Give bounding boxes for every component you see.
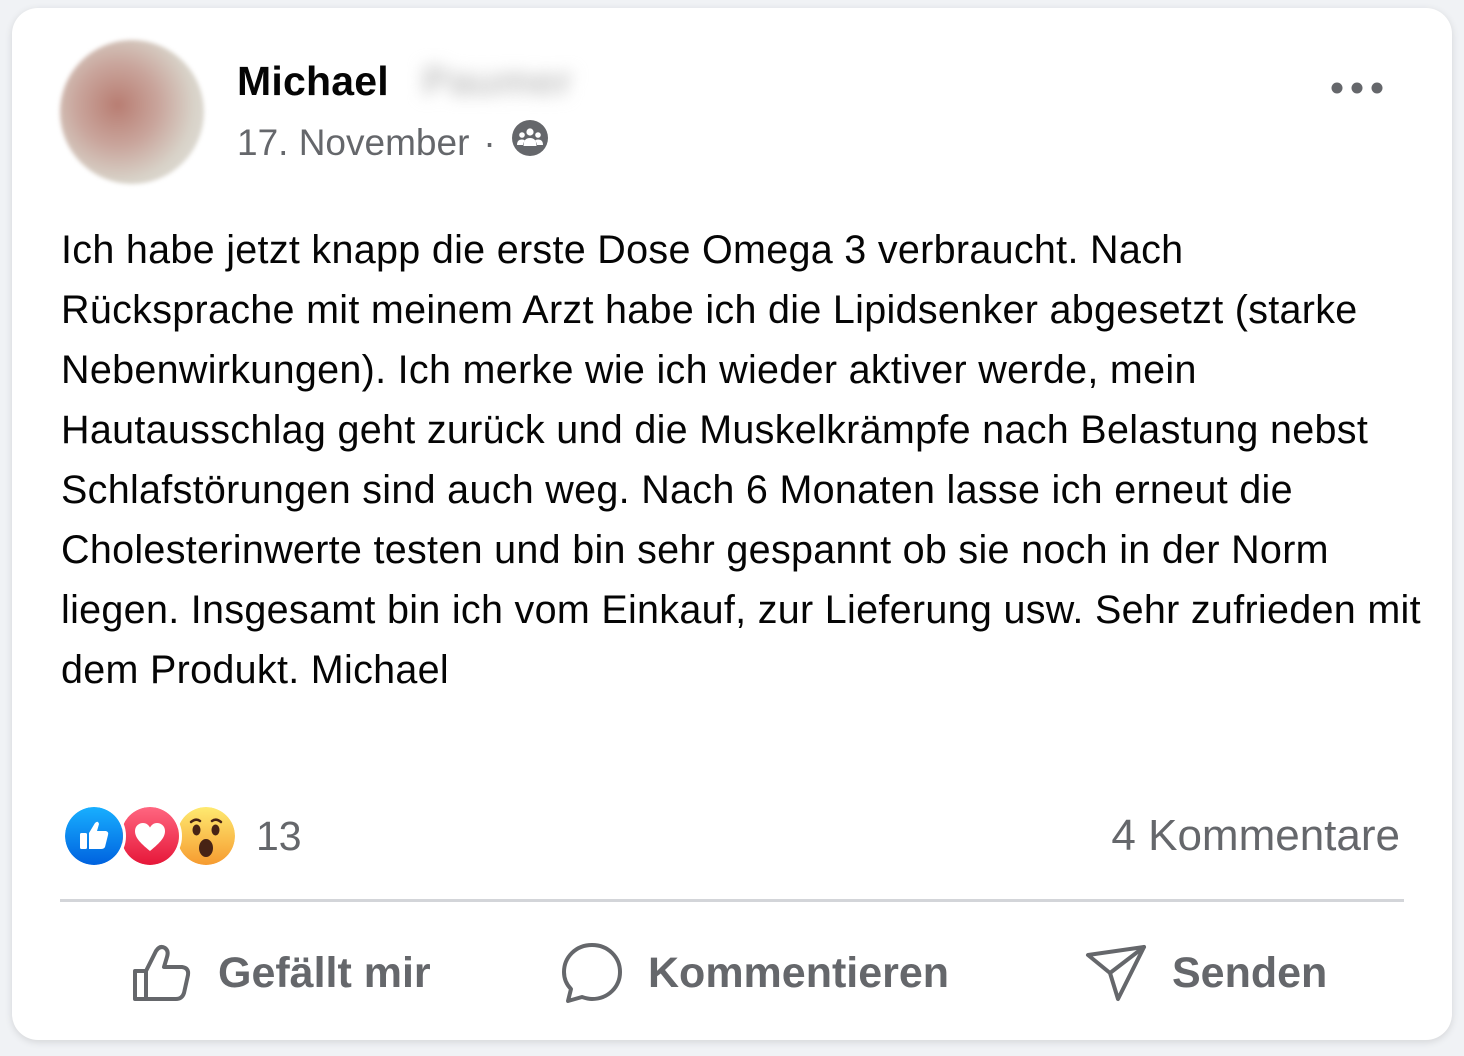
like-icon	[62, 804, 126, 868]
speech-bubble-icon	[562, 943, 622, 1003]
like-button[interactable]: Gefällt mir	[130, 938, 431, 1008]
author-avatar[interactable]	[60, 40, 204, 184]
like-label: Gefällt mir	[218, 948, 431, 997]
more-options-button[interactable]	[1322, 68, 1392, 108]
thumbs-up-icon	[133, 945, 191, 1001]
send-icon	[1086, 945, 1146, 1001]
author-name[interactable]: Michael	[237, 58, 389, 105]
post-card: Michael Paumer 17. November · Ich habe j…	[12, 8, 1452, 1040]
love-icon	[118, 804, 182, 868]
send-label: Senden	[1172, 948, 1328, 997]
meta-separator: ·	[483, 121, 496, 163]
reaction-summary[interactable]: 13	[62, 804, 302, 868]
comment-label: Kommentieren	[648, 948, 950, 997]
post-date[interactable]: 17. November	[237, 122, 469, 164]
author-surname-blurred: Paumer	[422, 58, 573, 104]
comments-count-link[interactable]: 4 Kommentare	[1111, 811, 1400, 861]
reaction-count: 13	[256, 812, 302, 859]
comment-button[interactable]: Kommentieren	[560, 938, 949, 1008]
wow-icon	[174, 804, 238, 868]
group-icon	[510, 118, 550, 167]
send-button[interactable]: Senden	[1084, 938, 1327, 1008]
post-body: Ich habe jetzt knapp die erste Dose Omeg…	[61, 228, 1421, 692]
more-dots-icon	[1331, 82, 1383, 94]
divider	[60, 899, 1404, 902]
post-meta: 17. November ·	[237, 118, 550, 167]
